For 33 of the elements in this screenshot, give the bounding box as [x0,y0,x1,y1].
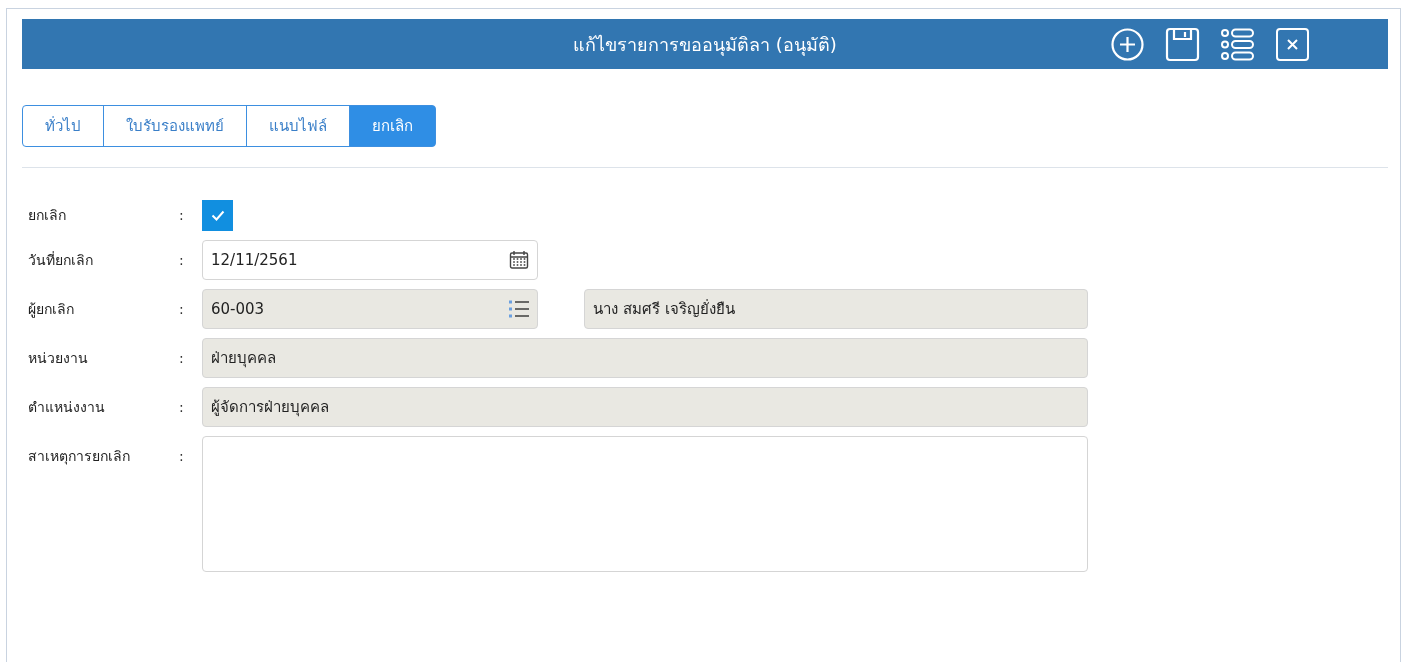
name-field: นาง สมศรี เจริญยั่งยืน [584,289,1088,329]
date-field[interactable]: 12/11/2561 [202,240,538,280]
colon: : [179,300,185,319]
colon: : [179,398,185,417]
list-icon[interactable] [509,300,529,318]
window-title: แก้ไขรายการขออนุมัติลา (อนุมัติ) [573,32,837,58]
close-icon [1275,27,1310,62]
save-button[interactable] [1165,27,1200,62]
colon: : [179,447,185,466]
tab[interactable]: ใบรับรองแพทย์ [103,105,247,147]
field-label: วันที่ยกเลิก [27,250,94,270]
check-icon [210,210,225,221]
field-label: หน่วยงาน [27,349,89,368]
tab[interactable]: ทั่วไป [22,105,104,147]
field-label: ผู้ยกเลิก [27,300,75,320]
checkbox[interactable] [202,200,233,231]
calendar-icon[interactable] [509,250,529,270]
add-icon [1110,27,1145,62]
colon: : [179,251,185,270]
list-button[interactable] [1220,27,1255,62]
field-label: ตำแหน่งงาน [27,398,106,417]
input-field[interactable]: ฝ่ายบุคคล [202,338,1088,378]
field-label: สาเหตุการยกเลิก [27,447,131,467]
tab[interactable]: แนบไฟล์ [246,105,350,147]
close-button[interactable] [1275,27,1310,62]
colon: : [179,206,185,225]
save-icon [1165,27,1200,62]
list-icon [1220,27,1255,62]
colon: : [179,349,185,368]
add-button[interactable] [1110,27,1145,62]
input-field[interactable]: ผู้จัดการฝ่ายบุคคล [202,387,1088,427]
input-field[interactable]: 60-003 [202,289,538,329]
field-label: ยกเลิก [27,206,67,225]
